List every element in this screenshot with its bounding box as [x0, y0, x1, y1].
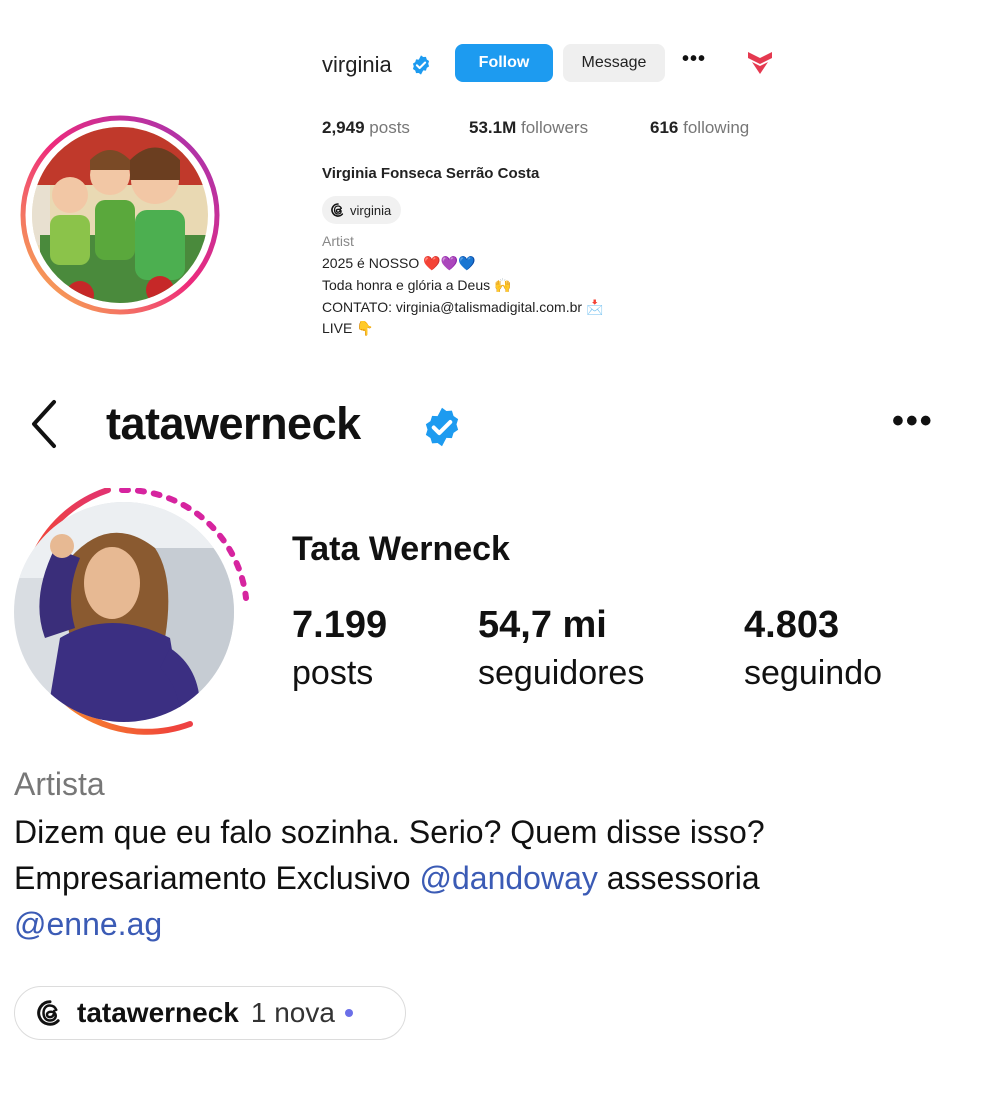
profile-username: virginia [322, 52, 392, 77]
threads-handle: tatawerneck [77, 997, 239, 1028]
more-options-button[interactable]: ••• [892, 402, 934, 441]
threads-icon [331, 203, 344, 217]
mention-link-dandoway[interactable]: @dandoway [419, 860, 597, 896]
profile-full-name: Virginia Fonseca Serrão Costa [322, 165, 540, 182]
stat-following-label: following [683, 118, 750, 137]
stat-posts[interactable]: 2,949 posts [322, 118, 410, 138]
profile-username: tatawerneck [106, 398, 361, 449]
stat-posts-count: 2,949 [322, 118, 365, 137]
stat-followers-count[interactable]: 54,7 mi [478, 604, 607, 647]
bio-line: Empresariamento Exclusivo @dandoway asse… [14, 860, 760, 897]
bio-text: Empresariamento Exclusivo [14, 860, 420, 896]
stat-following-count[interactable]: 4.803 [744, 604, 839, 647]
stat-followers-count: 53.1M [469, 118, 517, 137]
mention-link-enne[interactable]: @enne.ag [14, 906, 162, 942]
stat-posts-count[interactable]: 7.199 [292, 604, 387, 647]
profile-category: Artist [322, 233, 354, 249]
bio-line: LIVE 👇 [322, 320, 374, 336]
stat-posts-label: posts [369, 118, 410, 137]
more-options-button[interactable]: ••• [682, 48, 706, 71]
threads-badge[interactable]: virginia [322, 196, 402, 224]
profile-avatar-virginia[interactable] [20, 115, 220, 315]
stat-following[interactable]: 616 following [650, 118, 749, 138]
bio-line: @enne.ag [14, 906, 162, 943]
bio-contact-line[interactable]: CONTATO: virginia@talismadigital.com.br … [322, 299, 603, 316]
threads-badge[interactable]: tatawerneck 1 nova [14, 986, 406, 1040]
profile-full-name: Tata Werneck [292, 530, 510, 568]
threads-handle: virginia [350, 202, 392, 218]
profile-avatar-story-ring[interactable] [0, 488, 260, 748]
verified-badge-icon [425, 407, 459, 447]
bio-text: assessoria [597, 860, 760, 896]
stat-following-count: 616 [650, 118, 679, 137]
bio-line: Dizem que eu falo sozinha. Serio? Quem d… [14, 814, 765, 850]
follow-button[interactable]: Follow [455, 44, 553, 82]
stat-followers-label: followers [520, 118, 589, 137]
stat-followers-label[interactable]: seguidores [478, 654, 644, 693]
message-button[interactable]: Message [563, 44, 665, 82]
stat-posts-label[interactable]: posts [292, 654, 373, 693]
bio-line: Toda honra e glória a Deus 🙌 [322, 277, 512, 293]
account-switch-icon[interactable] [746, 48, 774, 78]
stat-followers[interactable]: 53.1M followers [469, 118, 588, 138]
stat-following-label[interactable]: seguindo [744, 654, 882, 693]
back-chevron-icon[interactable] [26, 396, 60, 452]
bio-line: 2025 é NOSSO ❤️💜💙 [322, 255, 476, 271]
threads-icon [37, 1000, 60, 1026]
verified-badge-icon [412, 55, 430, 75]
threads-new-count: 1 nova [250, 997, 335, 1028]
profile-category: Artista [14, 766, 105, 802]
new-indicator-dot [344, 1009, 353, 1017]
